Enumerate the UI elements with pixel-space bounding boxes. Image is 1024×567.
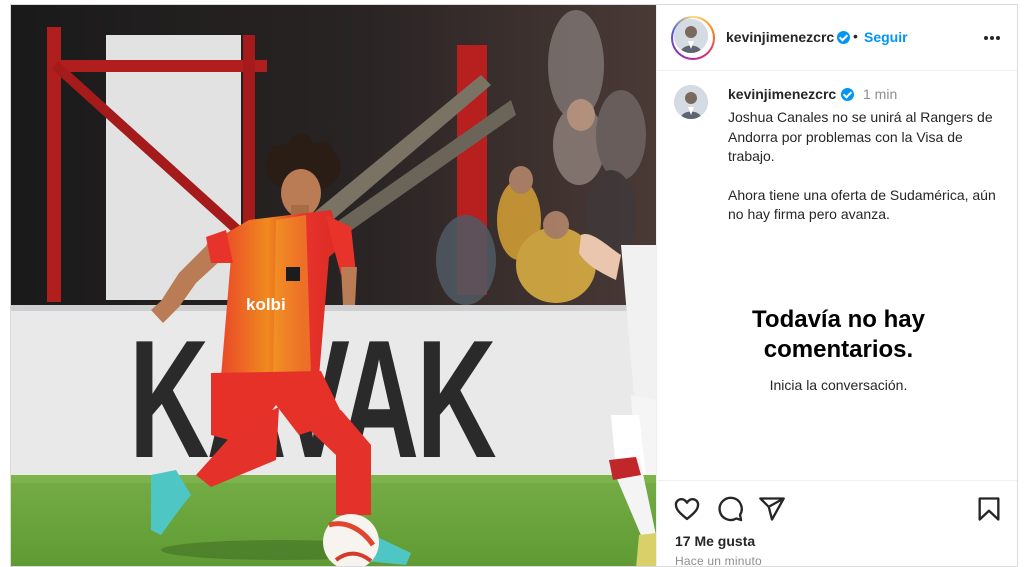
soccer-photo: KAVAK bbox=[11, 5, 656, 566]
follow-button[interactable]: Seguir bbox=[864, 29, 908, 45]
share-icon[interactable] bbox=[758, 495, 786, 523]
verified-badge-icon bbox=[837, 31, 850, 44]
separator-dot: • bbox=[853, 28, 858, 44]
profile-icon bbox=[674, 85, 708, 119]
post-actions: 17 Me gusta Hace un minuto bbox=[657, 480, 1017, 567]
profile-icon bbox=[674, 19, 708, 53]
avatar[interactable] bbox=[671, 16, 715, 60]
caption-avatar[interactable] bbox=[674, 85, 708, 119]
post-photo[interactable]: KAVAK bbox=[11, 5, 656, 566]
header-username[interactable]: kevinjimenezcrc bbox=[726, 29, 834, 45]
caption-text: Joshua Canales no se unirá al Rangers de… bbox=[728, 108, 1008, 244]
bookmark-icon[interactable] bbox=[975, 495, 1003, 523]
empty-comments-title: Todavía no hay comentarios. bbox=[752, 306, 925, 363]
more-horizontal-icon[interactable] bbox=[977, 23, 1007, 53]
avatar-image bbox=[674, 19, 708, 53]
post-header: kevinjimenezcrc • Seguir bbox=[657, 5, 1017, 71]
likes-count[interactable]: 17 Me gusta bbox=[675, 533, 755, 549]
post-caption: kevinjimenezcrc 1 min Joshua Canales no … bbox=[657, 71, 1017, 311]
caption-timestamp[interactable]: 1 min bbox=[863, 86, 897, 102]
shirt-sponsor: kolbi bbox=[246, 295, 286, 314]
heart-icon[interactable] bbox=[673, 495, 701, 523]
empty-comments: Todavía no hay comentarios. Inicia la co… bbox=[657, 305, 1017, 393]
instagram-post: KAVAK bbox=[10, 4, 1018, 567]
post-side-panel: kevinjimenezcrc • Seguir kevinjimenezcrc… bbox=[656, 5, 1017, 567]
caption-username[interactable]: kevinjimenezcrc bbox=[728, 86, 836, 102]
verified-badge-icon bbox=[841, 88, 854, 101]
caption-paragraph: Ahora tiene una oferta de Sudamérica, aú… bbox=[728, 186, 996, 223]
caption-paragraph: Joshua Canales no se unirá al Rangers de… bbox=[728, 109, 993, 164]
comment-icon[interactable] bbox=[716, 495, 744, 523]
post-time-ago: Hace un minuto bbox=[675, 554, 762, 567]
empty-comments-subtitle: Inicia la conversación. bbox=[769, 377, 908, 393]
